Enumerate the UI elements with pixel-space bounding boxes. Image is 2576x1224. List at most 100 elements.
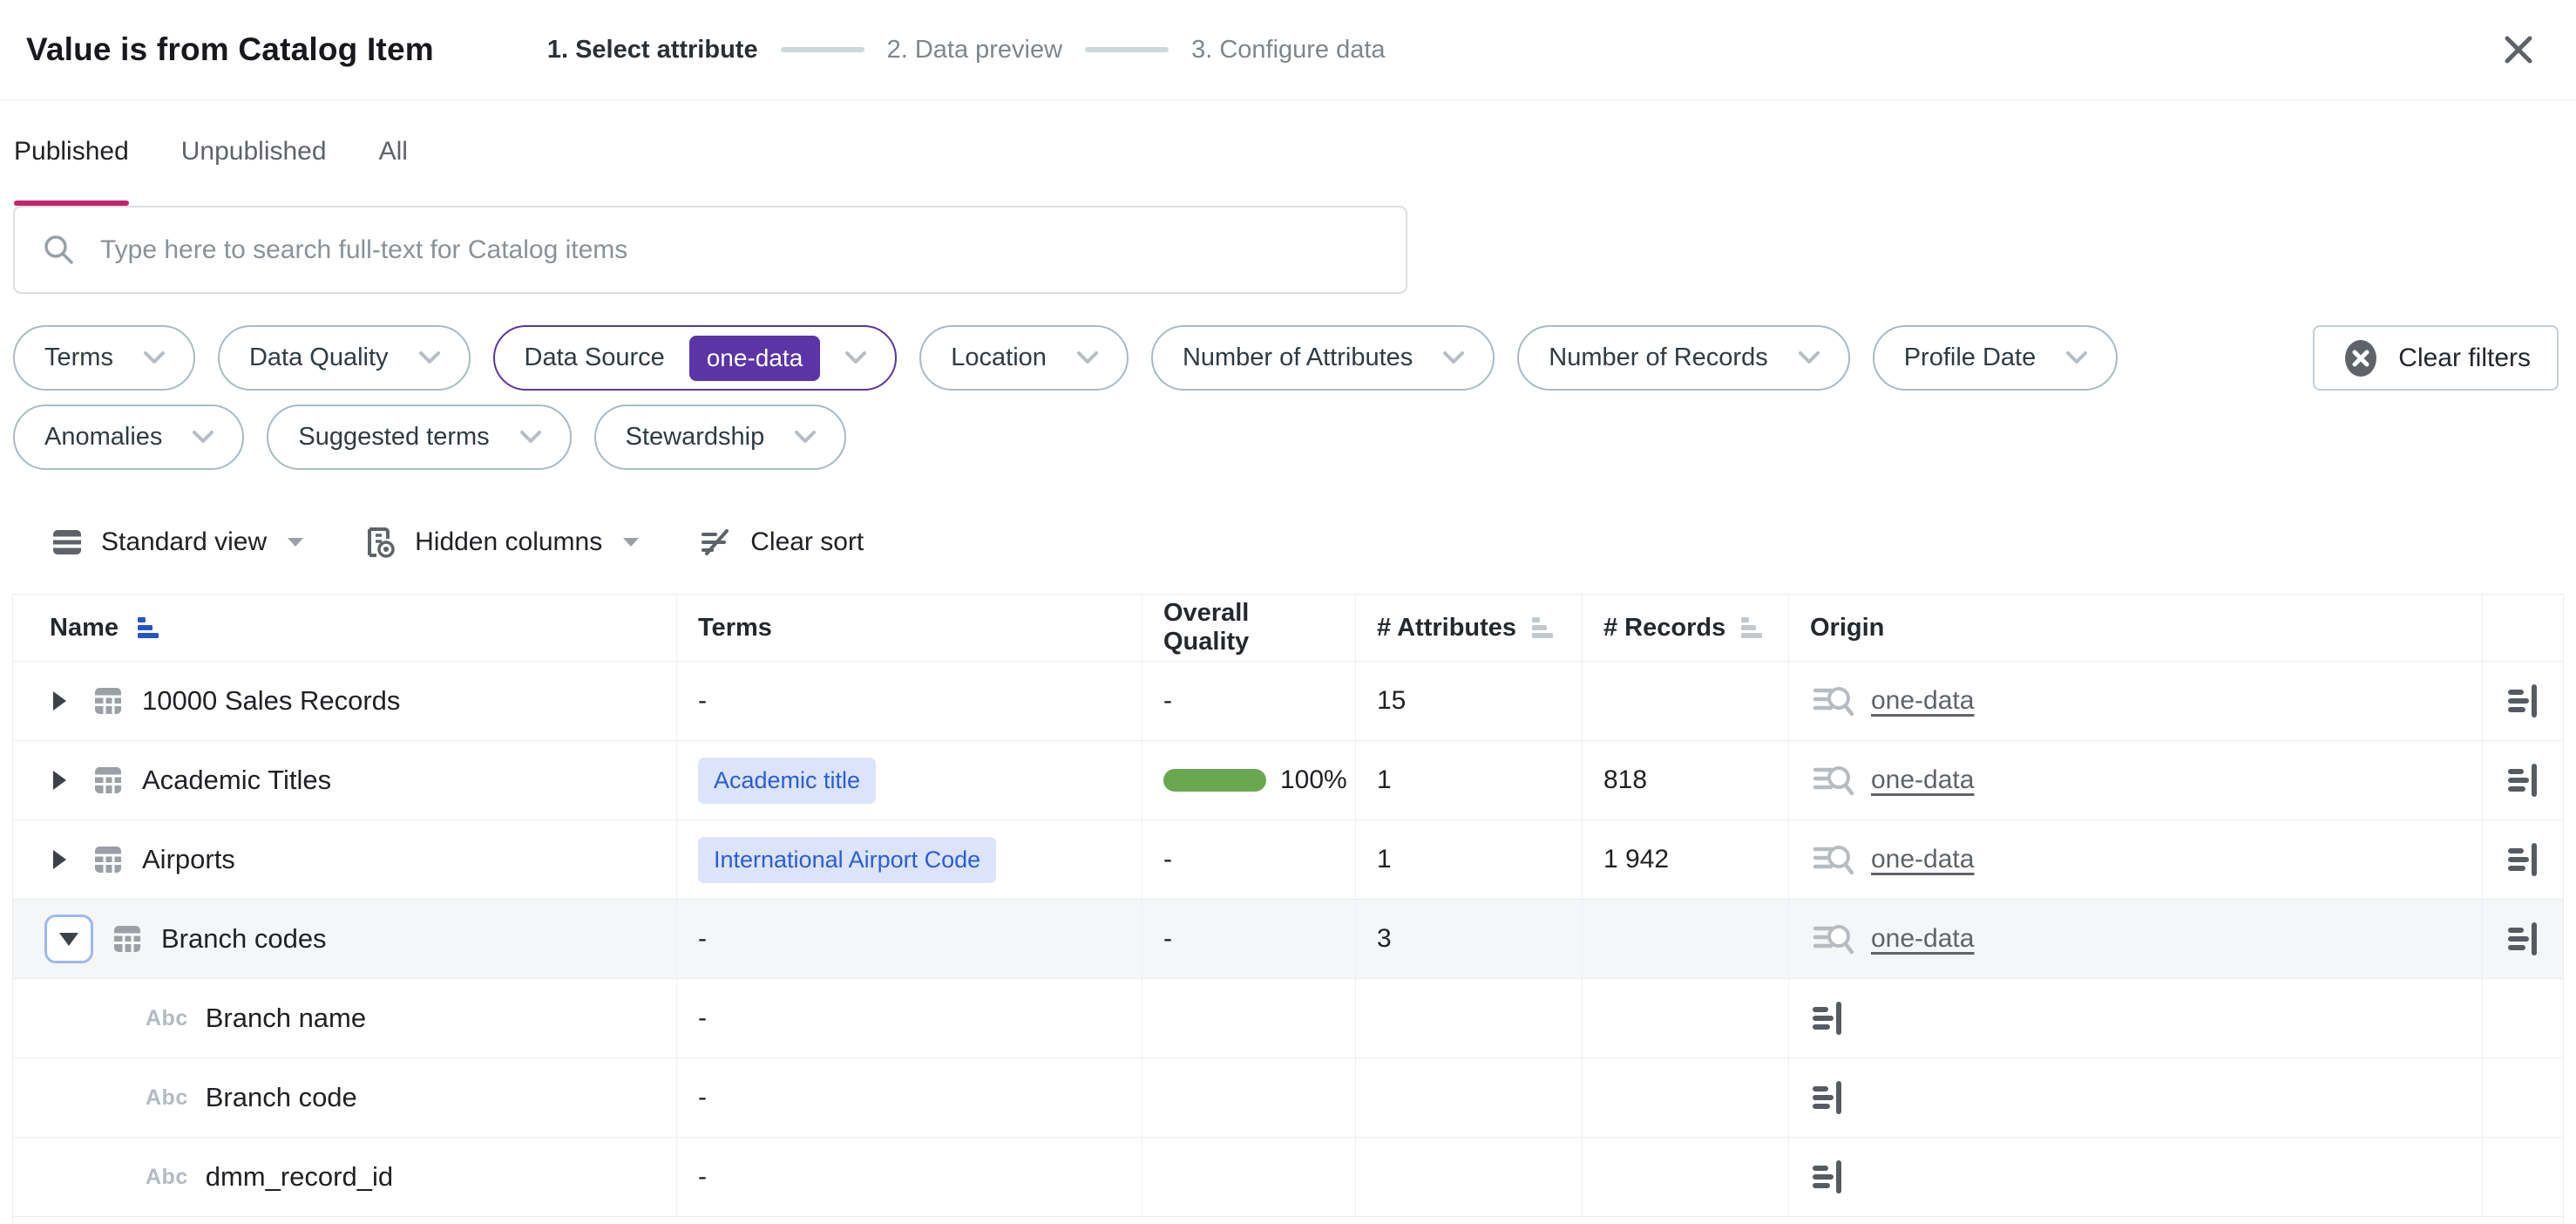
filter-chip-number-of-records[interactable]: Number of Records [1517, 325, 1850, 391]
catalog-item-name: Airports [142, 844, 235, 874]
filter-chip-location[interactable]: Location [919, 325, 1129, 391]
catalog-item-icon [92, 843, 125, 876]
column-header--attributes[interactable]: # Attributes [1356, 595, 1583, 661]
close-button[interactable] [2492, 24, 2545, 76]
sort-icon-active [136, 615, 162, 641]
triangle-right-icon [51, 690, 68, 712]
attributes-count-cell: 3 [1356, 900, 1583, 978]
row-detail-icon[interactable] [2505, 840, 2542, 879]
records-count-cell: 818 [1583, 741, 1789, 819]
expand-button[interactable] [44, 686, 74, 716]
row-detail-icon[interactable] [2505, 920, 2542, 958]
name-cell: Academic Titles [13, 741, 677, 819]
search-input[interactable] [100, 235, 1380, 265]
origin-link[interactable]: one-data [1871, 686, 1974, 716]
filter-value-badge: one-data [688, 335, 821, 381]
attributes-count-cell [1356, 979, 1583, 1057]
row-detail-cell[interactable] [2483, 741, 2565, 819]
filter-chip-number-of-attributes[interactable]: Number of Attributes [1150, 325, 1495, 391]
profile-detail-icon[interactable] [1810, 1158, 1847, 1196]
column-header-label: Name [50, 613, 119, 642]
origin-cell: one-data [1789, 820, 2483, 899]
overall-quality-cell: - [1142, 900, 1356, 978]
search-bar [13, 206, 1407, 294]
row-detail-cell [2483, 1058, 2565, 1137]
filter-chip-anomalies[interactable]: Anomalies [13, 405, 245, 470]
table-row-10000-sales-records[interactable]: 10000 Sales Records - - 15 one-data [13, 662, 2563, 741]
tab-published[interactable]: Published [14, 137, 129, 206]
expand-button[interactable] [44, 765, 74, 795]
records-count-cell: 1 942 [1583, 820, 1789, 899]
origin-cell [1789, 1138, 2483, 1216]
origin-link[interactable]: one-data [1871, 845, 1974, 874]
row-detail-cell[interactable] [2483, 820, 2565, 899]
filter-chip-label: Anomalies [44, 423, 163, 451]
filter-chip-data-quality[interactable]: Data Quality [217, 325, 471, 391]
catalog-item-name: 10000 Sales Records [142, 685, 401, 716]
column-header--records[interactable]: # Records [1583, 595, 1789, 661]
column-header-name[interactable]: Name [13, 595, 677, 661]
table-header-row: Name Terms Overall Quality # Attributes # Re… [13, 595, 2563, 662]
clear-filters-button[interactable]: Clear filters [2313, 325, 2559, 391]
filter-chip-label: Data Source [524, 343, 665, 371]
table-row-academic-titles[interactable]: Academic Titles Academic title 100% 1 818 one… [13, 741, 2563, 820]
terms-cell: - [677, 1058, 1142, 1137]
row-detail-cell[interactable] [2483, 662, 2565, 740]
tab-all[interactable]: All [379, 137, 408, 206]
collapse-button[interactable] [44, 915, 93, 963]
empty-value: - [698, 1083, 707, 1112]
tab-unpublished[interactable]: Unpublished [181, 137, 327, 206]
term-pill[interactable]: International Airport Code [698, 836, 997, 883]
catalog-item-icon [111, 922, 144, 955]
origin-link[interactable]: one-data [1871, 924, 1974, 954]
catalog-item-icon [92, 684, 125, 717]
row-detail-cell [2483, 979, 2565, 1057]
view-selector[interactable]: Standard view [51, 526, 305, 559]
filter-chip-stewardship[interactable]: Stewardship [593, 405, 847, 470]
filter-chip-profile-date[interactable]: Profile Date [1872, 325, 2118, 391]
empty-value: - [1163, 686, 1172, 715]
table-row-airports[interactable]: Airports International Airport Code - 1 1 94… [13, 820, 2563, 900]
table-row-branch-codes[interactable]: Branch codes - - 3 one-data [13, 900, 2563, 979]
row-detail-icon[interactable] [2505, 761, 2542, 799]
table-row-dmm-record-id[interactable]: Abc dmm_record_id - [13, 1138, 2563, 1217]
records-count: 1 942 [1603, 845, 1670, 874]
wizard-step-2: 2. Data preview [886, 35, 1063, 64]
profile-detail-icon[interactable] [1810, 1078, 1847, 1117]
filter-chip-data-source[interactable]: Data Source one-data [492, 325, 898, 391]
clear-sort-icon [698, 525, 733, 560]
empty-value: - [698, 1003, 707, 1032]
table-row-branch-name[interactable]: Abc Branch name - [13, 979, 2563, 1058]
hidden-columns-menu[interactable]: Hidden columns [363, 525, 641, 560]
overall-quality-cell: - [1142, 820, 1356, 899]
name-cell: Branch codes [13, 900, 677, 978]
clear-sort-button[interactable]: Clear sort [698, 525, 864, 560]
data-source-icon [1810, 682, 1855, 720]
column-header-label: Overall Quality [1163, 599, 1250, 656]
hidden-columns-icon [363, 525, 397, 560]
caret-down-icon [621, 536, 641, 548]
name-cell: Abc dmm_record_id [13, 1138, 677, 1216]
publish-state-tabs: Published Unpublished All [0, 100, 2576, 206]
row-detail-cell[interactable] [2483, 900, 2565, 978]
filter-chip-terms[interactable]: Terms [13, 325, 195, 391]
close-icon [2500, 31, 2537, 68]
triangle-down-icon [58, 930, 80, 948]
profile-detail-icon[interactable] [1810, 999, 1847, 1037]
wizard-step-3: 3. Configure data [1191, 35, 1386, 64]
table-row-branch-code[interactable]: Abc Branch code - [13, 1058, 2563, 1138]
column-header-label: Terms [698, 613, 772, 642]
origin-link[interactable]: one-data [1871, 765, 1974, 795]
expand-button[interactable] [44, 845, 74, 874]
records-count: 818 [1603, 765, 1648, 794]
attribute-name: Branch code [205, 1082, 357, 1112]
chevron-down-icon [1798, 350, 1820, 365]
row-detail-icon[interactable] [2505, 682, 2542, 720]
term-pill[interactable]: Academic title [698, 757, 877, 804]
clear-filters-label: Clear filters [2398, 343, 2531, 372]
filter-chip-suggested-terms[interactable]: Suggested terms [267, 405, 572, 470]
overall-quality-cell [1142, 1058, 1356, 1137]
column-header-detail [2483, 595, 2565, 661]
records-count-cell [1583, 900, 1789, 978]
overall-quality-cell: 100% [1142, 741, 1356, 819]
